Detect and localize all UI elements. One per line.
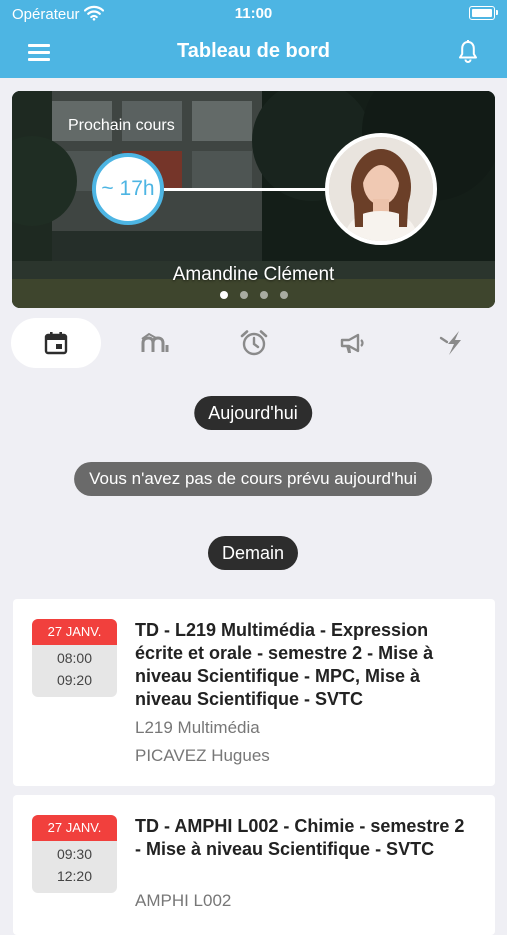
course-teacher: PICAVEZ Hugues xyxy=(135,746,270,765)
course-card[interactable]: 27 JANV. 09:30 12:20 TD - AMPHI L002 - C… xyxy=(13,795,495,935)
megaphone-icon xyxy=(340,333,364,353)
course-end-time: 12:20 xyxy=(56,868,93,884)
tab-moodle[interactable] xyxy=(110,318,200,368)
course-date: 27 JANV. xyxy=(32,815,117,841)
course-title: TD - L219 Multimédia - Expression écrite… xyxy=(135,620,434,709)
no-course-message: Vous n'avez pas de cours prévu aujourd'h… xyxy=(74,462,432,496)
status-time: 11:00 xyxy=(234,5,273,22)
course-title: TD - AMPHI L002 - Chimie - semestre 2 - … xyxy=(135,816,465,859)
timeline-connector xyxy=(164,188,326,191)
notifications-button[interactable] xyxy=(454,38,482,66)
calendar-icon xyxy=(44,332,68,355)
course-date-box: 27 JANV. 09:30 12:20 xyxy=(32,815,117,893)
course-date-box: 27 JANV. 08:00 09:20 xyxy=(32,619,117,697)
course-start-time: 08:00 xyxy=(56,650,93,666)
next-course-time: ~ 17h xyxy=(92,153,164,225)
status-bar: Opérateur 11:00 xyxy=(0,0,507,28)
top-bar: Opérateur 11:00 Tableau de bord xyxy=(0,0,507,78)
teacher-name: Amandine Clément xyxy=(172,264,335,285)
course-card[interactable]: 27 JANV. 08:00 09:20 TD - L219 Multimédi… xyxy=(13,599,495,786)
page-title: Tableau de bord xyxy=(177,40,330,62)
tab-alarm[interactable] xyxy=(209,318,299,368)
carousel-dot[interactable] xyxy=(239,291,248,299)
carousel-dot[interactable] xyxy=(279,291,288,299)
bell-icon xyxy=(459,40,477,63)
course-start-time: 09:30 xyxy=(56,846,93,862)
next-course-banner[interactable]: Prochain cours ~ 17h Amandine Clément xyxy=(12,91,495,308)
flash-icon xyxy=(439,331,461,355)
carousel-dots xyxy=(12,291,495,299)
navigation-bar: Tableau de bord xyxy=(0,28,507,78)
tab-flash[interactable] xyxy=(407,318,497,368)
course-date: 27 JANV. xyxy=(32,619,117,645)
tomorrow-header: Demain xyxy=(207,536,299,570)
carousel-dot[interactable] xyxy=(259,291,268,299)
tab-calendar[interactable] xyxy=(11,318,101,368)
next-course-label: Prochain cours xyxy=(68,117,175,134)
today-header: Aujourd'hui xyxy=(194,396,312,430)
tab-announcements[interactable] xyxy=(308,318,398,368)
moodle-icon xyxy=(141,332,169,352)
battery-icon xyxy=(469,6,498,20)
alarm-clock-icon xyxy=(240,330,268,356)
course-room: AMPHI L002 xyxy=(135,891,232,910)
feature-tabs xyxy=(0,318,507,368)
course-end-time: 09:20 xyxy=(56,672,93,688)
carousel-dot[interactable] xyxy=(219,291,228,299)
course-room: L219 Multimédia xyxy=(135,718,260,737)
teacher-avatar xyxy=(325,133,437,245)
